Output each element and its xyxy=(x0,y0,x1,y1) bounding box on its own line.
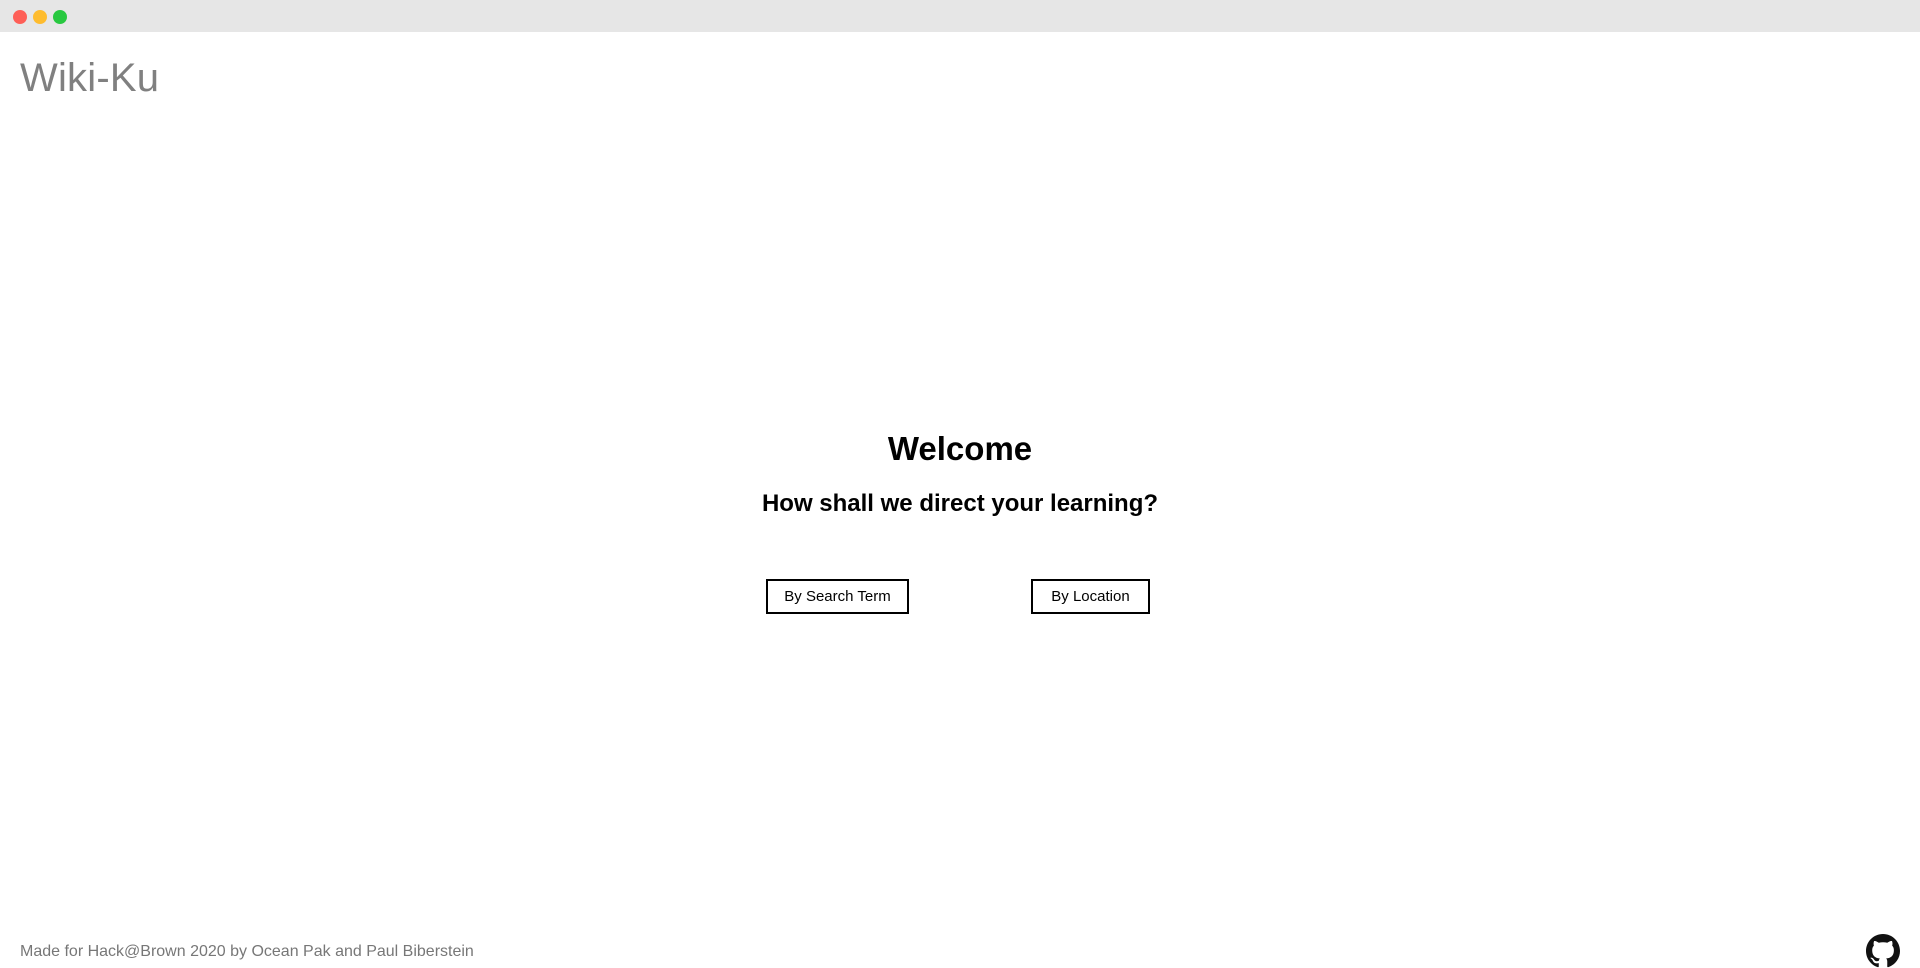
page: Wiki-Ku Welcome How shall we direct your… xyxy=(0,32,1920,968)
search-term-button[interactable]: By Search Term xyxy=(766,579,909,614)
direction-question: How shall we direct your learning? xyxy=(761,490,1159,517)
footer-credit: Made for Hack@Brown 2020 by Ocean Pak an… xyxy=(20,943,474,960)
window-minimize-button[interactable] xyxy=(33,10,47,24)
brand-title[interactable]: Wiki-Ku xyxy=(20,56,159,101)
welcome-heading: Welcome xyxy=(887,430,1033,467)
welcome-section: Welcome How shall we direct your learnin… xyxy=(0,432,1920,516)
window-close-button[interactable] xyxy=(13,10,27,24)
location-button[interactable]: By Location xyxy=(1031,579,1150,614)
github-icon[interactable] xyxy=(1866,934,1900,968)
window-maximize-button[interactable] xyxy=(53,10,67,24)
window-title-bar xyxy=(0,0,1920,32)
